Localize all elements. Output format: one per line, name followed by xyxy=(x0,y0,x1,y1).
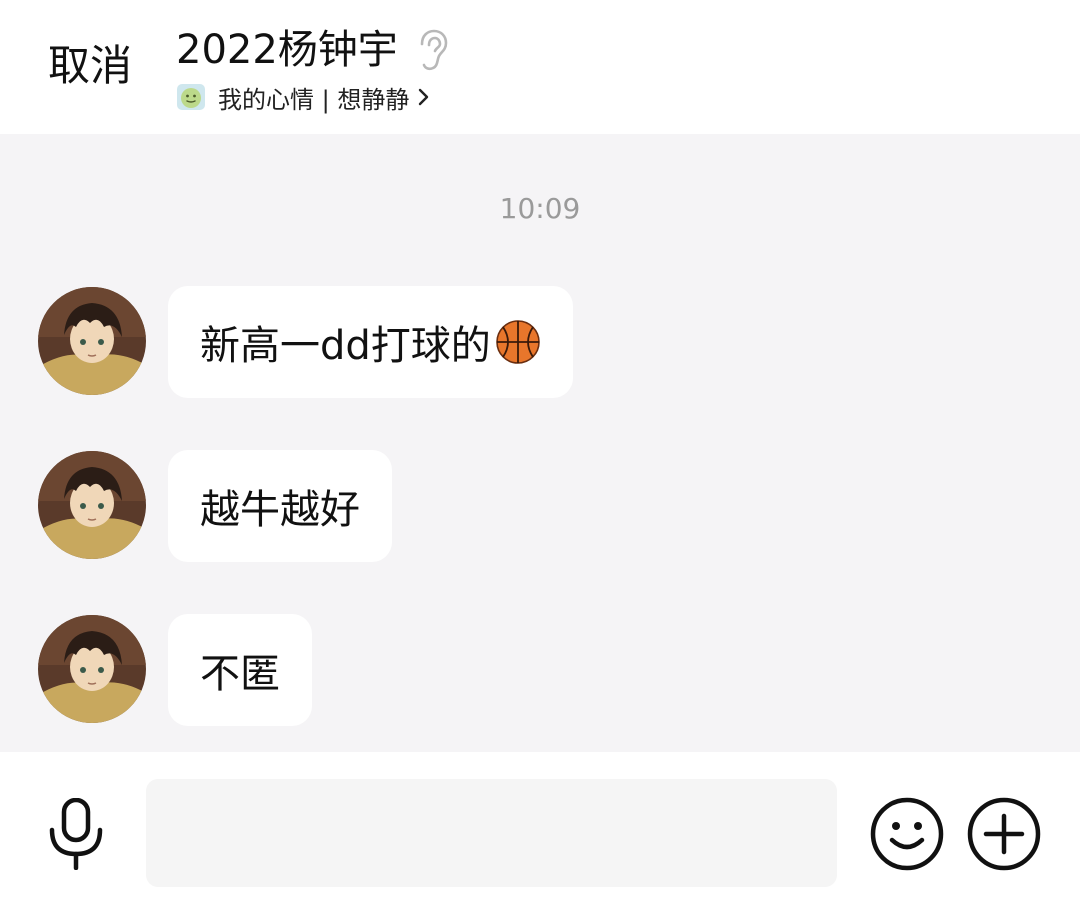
chat-header: 取消 2022杨钟宇 我的心情 | 想静静 xyxy=(0,0,1080,134)
message-text: 不匿 xyxy=(200,651,280,697)
avatar[interactable] xyxy=(38,287,146,395)
message-bubble[interactable]: 不匿 xyxy=(168,614,312,726)
smiley-icon xyxy=(870,797,944,871)
more-options-button[interactable] xyxy=(966,796,1042,872)
basketball-icon xyxy=(495,319,541,365)
contact-title-row: 2022杨钟宇 xyxy=(176,22,450,78)
message-input[interactable] xyxy=(146,779,837,887)
contact-name: 2022杨钟宇 xyxy=(176,27,398,73)
avatar[interactable] xyxy=(38,615,146,723)
message-bubble[interactable]: 新高一dd打球的 xyxy=(168,286,573,398)
message-text: 越牛越好 xyxy=(200,487,360,533)
mood-status-text: 我的心情 | 想静静 xyxy=(218,85,410,114)
chevron-right-icon xyxy=(417,86,431,108)
plus-circle-icon xyxy=(967,797,1041,871)
ear-icon xyxy=(414,28,450,72)
mood-status[interactable]: 我的心情 | 想静静 xyxy=(176,80,431,114)
microphone-icon xyxy=(49,797,103,871)
message-list[interactable]: 10:09 新高一dd打球的 越牛越好 不匿 xyxy=(0,134,1080,752)
message-timestamp: 10:09 xyxy=(499,192,581,225)
message-text: 新高一dd打球的 xyxy=(200,323,491,369)
voice-input-button[interactable] xyxy=(42,797,110,871)
avatar[interactable] xyxy=(38,451,146,559)
cancel-button[interactable]: 取消 xyxy=(48,38,132,94)
emoji-button[interactable] xyxy=(869,796,945,872)
mood-face-icon xyxy=(176,82,206,112)
input-bar xyxy=(0,752,1080,914)
message-bubble[interactable]: 越牛越好 xyxy=(168,450,392,562)
